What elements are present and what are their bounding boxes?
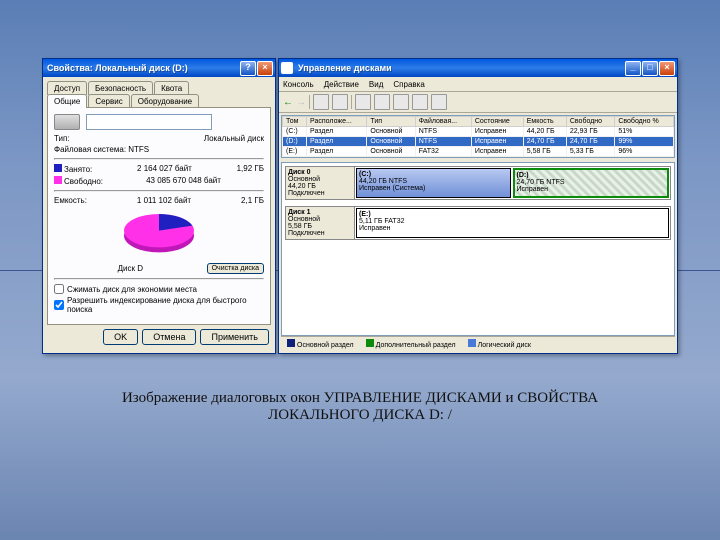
- menu-action[interactable]: Действие: [324, 80, 359, 89]
- col-free[interactable]: Свободно: [566, 117, 614, 127]
- tab-hardware[interactable]: Оборудование: [131, 94, 199, 108]
- used-bytes: 2 164 027 байт: [137, 164, 192, 174]
- disk-0[interactable]: Диск 0 Основной 44,20 ГБ Подключен (C:)4…: [285, 166, 671, 200]
- disk-1[interactable]: Диск 1 Основной 5,58 ГБ Подключен (E:)5,…: [285, 206, 671, 240]
- toolbar-icon[interactable]: [332, 94, 348, 110]
- tab-quota[interactable]: Квота: [154, 81, 189, 95]
- toolbar-icon[interactable]: [412, 94, 428, 110]
- partition-e[interactable]: (E:)5,11 ГБ FAT32Исправен: [356, 208, 669, 238]
- tab-general[interactable]: Общие: [47, 94, 87, 108]
- usage-pie-chart: [114, 209, 204, 259]
- cleanup-button[interactable]: Очистка диска: [207, 263, 264, 274]
- table-row[interactable]: (C:)РазделОсновнойNTFSИсправен44,20 ГБ22…: [283, 127, 674, 137]
- legend-logical-swatch: [468, 339, 476, 347]
- close-button[interactable]: ×: [659, 61, 675, 76]
- col-fs[interactable]: Файловая...: [415, 117, 471, 127]
- back-icon[interactable]: ←: [283, 97, 293, 108]
- used-gb: 1,92 ГБ: [237, 164, 264, 174]
- properties-dialog: Свойства: Локальный диск (D:) ? × Доступ…: [42, 58, 276, 354]
- forward-icon[interactable]: →: [296, 97, 306, 108]
- partition-d[interactable]: (D:)24,70 ГБ NTFSИсправен: [513, 168, 670, 198]
- capacity-bytes: 1 011 102 байт: [137, 196, 191, 205]
- disk-map: Диск 0 Основной 44,20 ГБ Подключен (C:)4…: [281, 162, 675, 336]
- used-label: Занято:: [64, 165, 92, 174]
- partition-c[interactable]: (C:)44,20 ГБ NTFSИсправен (Система): [356, 168, 511, 198]
- menu-view[interactable]: Вид: [369, 80, 383, 89]
- close-button[interactable]: ×: [257, 61, 273, 76]
- type-value: Локальный диск: [204, 134, 264, 143]
- general-panel: Тип: Локальный диск Файловая система: NTF…: [47, 107, 271, 325]
- free-label: Свободно:: [64, 177, 103, 186]
- col-type[interactable]: Тип: [367, 117, 415, 127]
- volume-label-input[interactable]: [86, 114, 212, 130]
- table-row[interactable]: (E:)РазделОсновнойFAT32Исправен5,58 ГБ5,…: [283, 147, 674, 157]
- help-button[interactable]: ?: [240, 61, 256, 76]
- tab-tools[interactable]: Сервис: [88, 94, 129, 108]
- legend-extended-swatch: [366, 339, 374, 347]
- toolbar: ← →: [279, 92, 677, 113]
- tabs-row: Доступ Безопасность Квота: [47, 81, 271, 94]
- disk-management-window: Управление дисками _ □ × Консоль Действи…: [278, 58, 678, 354]
- type-label: Тип:: [54, 134, 70, 143]
- col-cap[interactable]: Емкость: [523, 117, 566, 127]
- slide-caption: Изображение диалоговых окон УПРАВЛЕНИЕ Д…: [0, 390, 720, 424]
- filesystem-label: Файловая система: NTFS: [54, 145, 149, 154]
- capacity-label: Емкость:: [54, 196, 87, 205]
- compress-checkbox[interactable]: Сжимать диск для экономии места: [54, 284, 264, 294]
- used-swatch: [54, 164, 62, 172]
- menu-help[interactable]: Справка: [393, 80, 424, 89]
- capacity-gb: 2,1 ГБ: [241, 196, 264, 205]
- tab-security[interactable]: Безопасность: [88, 81, 153, 95]
- free-swatch: [54, 176, 62, 184]
- toolbar-icon[interactable]: [393, 94, 409, 110]
- disk-label: Диск D: [118, 264, 143, 273]
- col-volume[interactable]: Том: [283, 117, 307, 127]
- ok-button[interactable]: OK: [103, 329, 138, 345]
- toolbar-icon[interactable]: [431, 94, 447, 110]
- legend: Основной раздел Дополнительный раздел Ло…: [281, 336, 675, 351]
- volume-list[interactable]: Том Расположе... Тип Файловая... Состоян…: [281, 115, 675, 158]
- table-row[interactable]: (D:)РазделОсновнойNTFSИсправен24,70 ГБ24…: [283, 137, 674, 147]
- minimize-button[interactable]: _: [625, 61, 641, 76]
- toolbar-icon[interactable]: [355, 94, 371, 110]
- apply-button[interactable]: Применить: [200, 329, 269, 345]
- tab-share[interactable]: Доступ: [47, 81, 87, 95]
- maximize-button[interactable]: □: [642, 61, 658, 76]
- cancel-button[interactable]: Отмена: [142, 329, 196, 345]
- menu-bar: Консоль Действие Вид Справка: [279, 77, 677, 92]
- legend-primary-swatch: [287, 339, 295, 347]
- col-pct[interactable]: Свободно %: [615, 117, 674, 127]
- toolbar-icon[interactable]: [374, 94, 390, 110]
- index-checkbox[interactable]: Разрешить индексирование диска для быстр…: [54, 296, 264, 314]
- free-bytes: 43 085 670 048 байт: [146, 176, 221, 186]
- col-layout[interactable]: Расположе...: [307, 117, 367, 127]
- properties-title: Свойства: Локальный диск (D:): [45, 63, 239, 73]
- col-status[interactable]: Состояние: [471, 117, 523, 127]
- app-icon: [281, 62, 293, 74]
- mgmt-title: Управление дисками: [296, 63, 624, 73]
- menu-file[interactable]: Консоль: [283, 80, 314, 89]
- toolbar-icon[interactable]: [313, 94, 329, 110]
- drive-icon: [54, 114, 80, 130]
